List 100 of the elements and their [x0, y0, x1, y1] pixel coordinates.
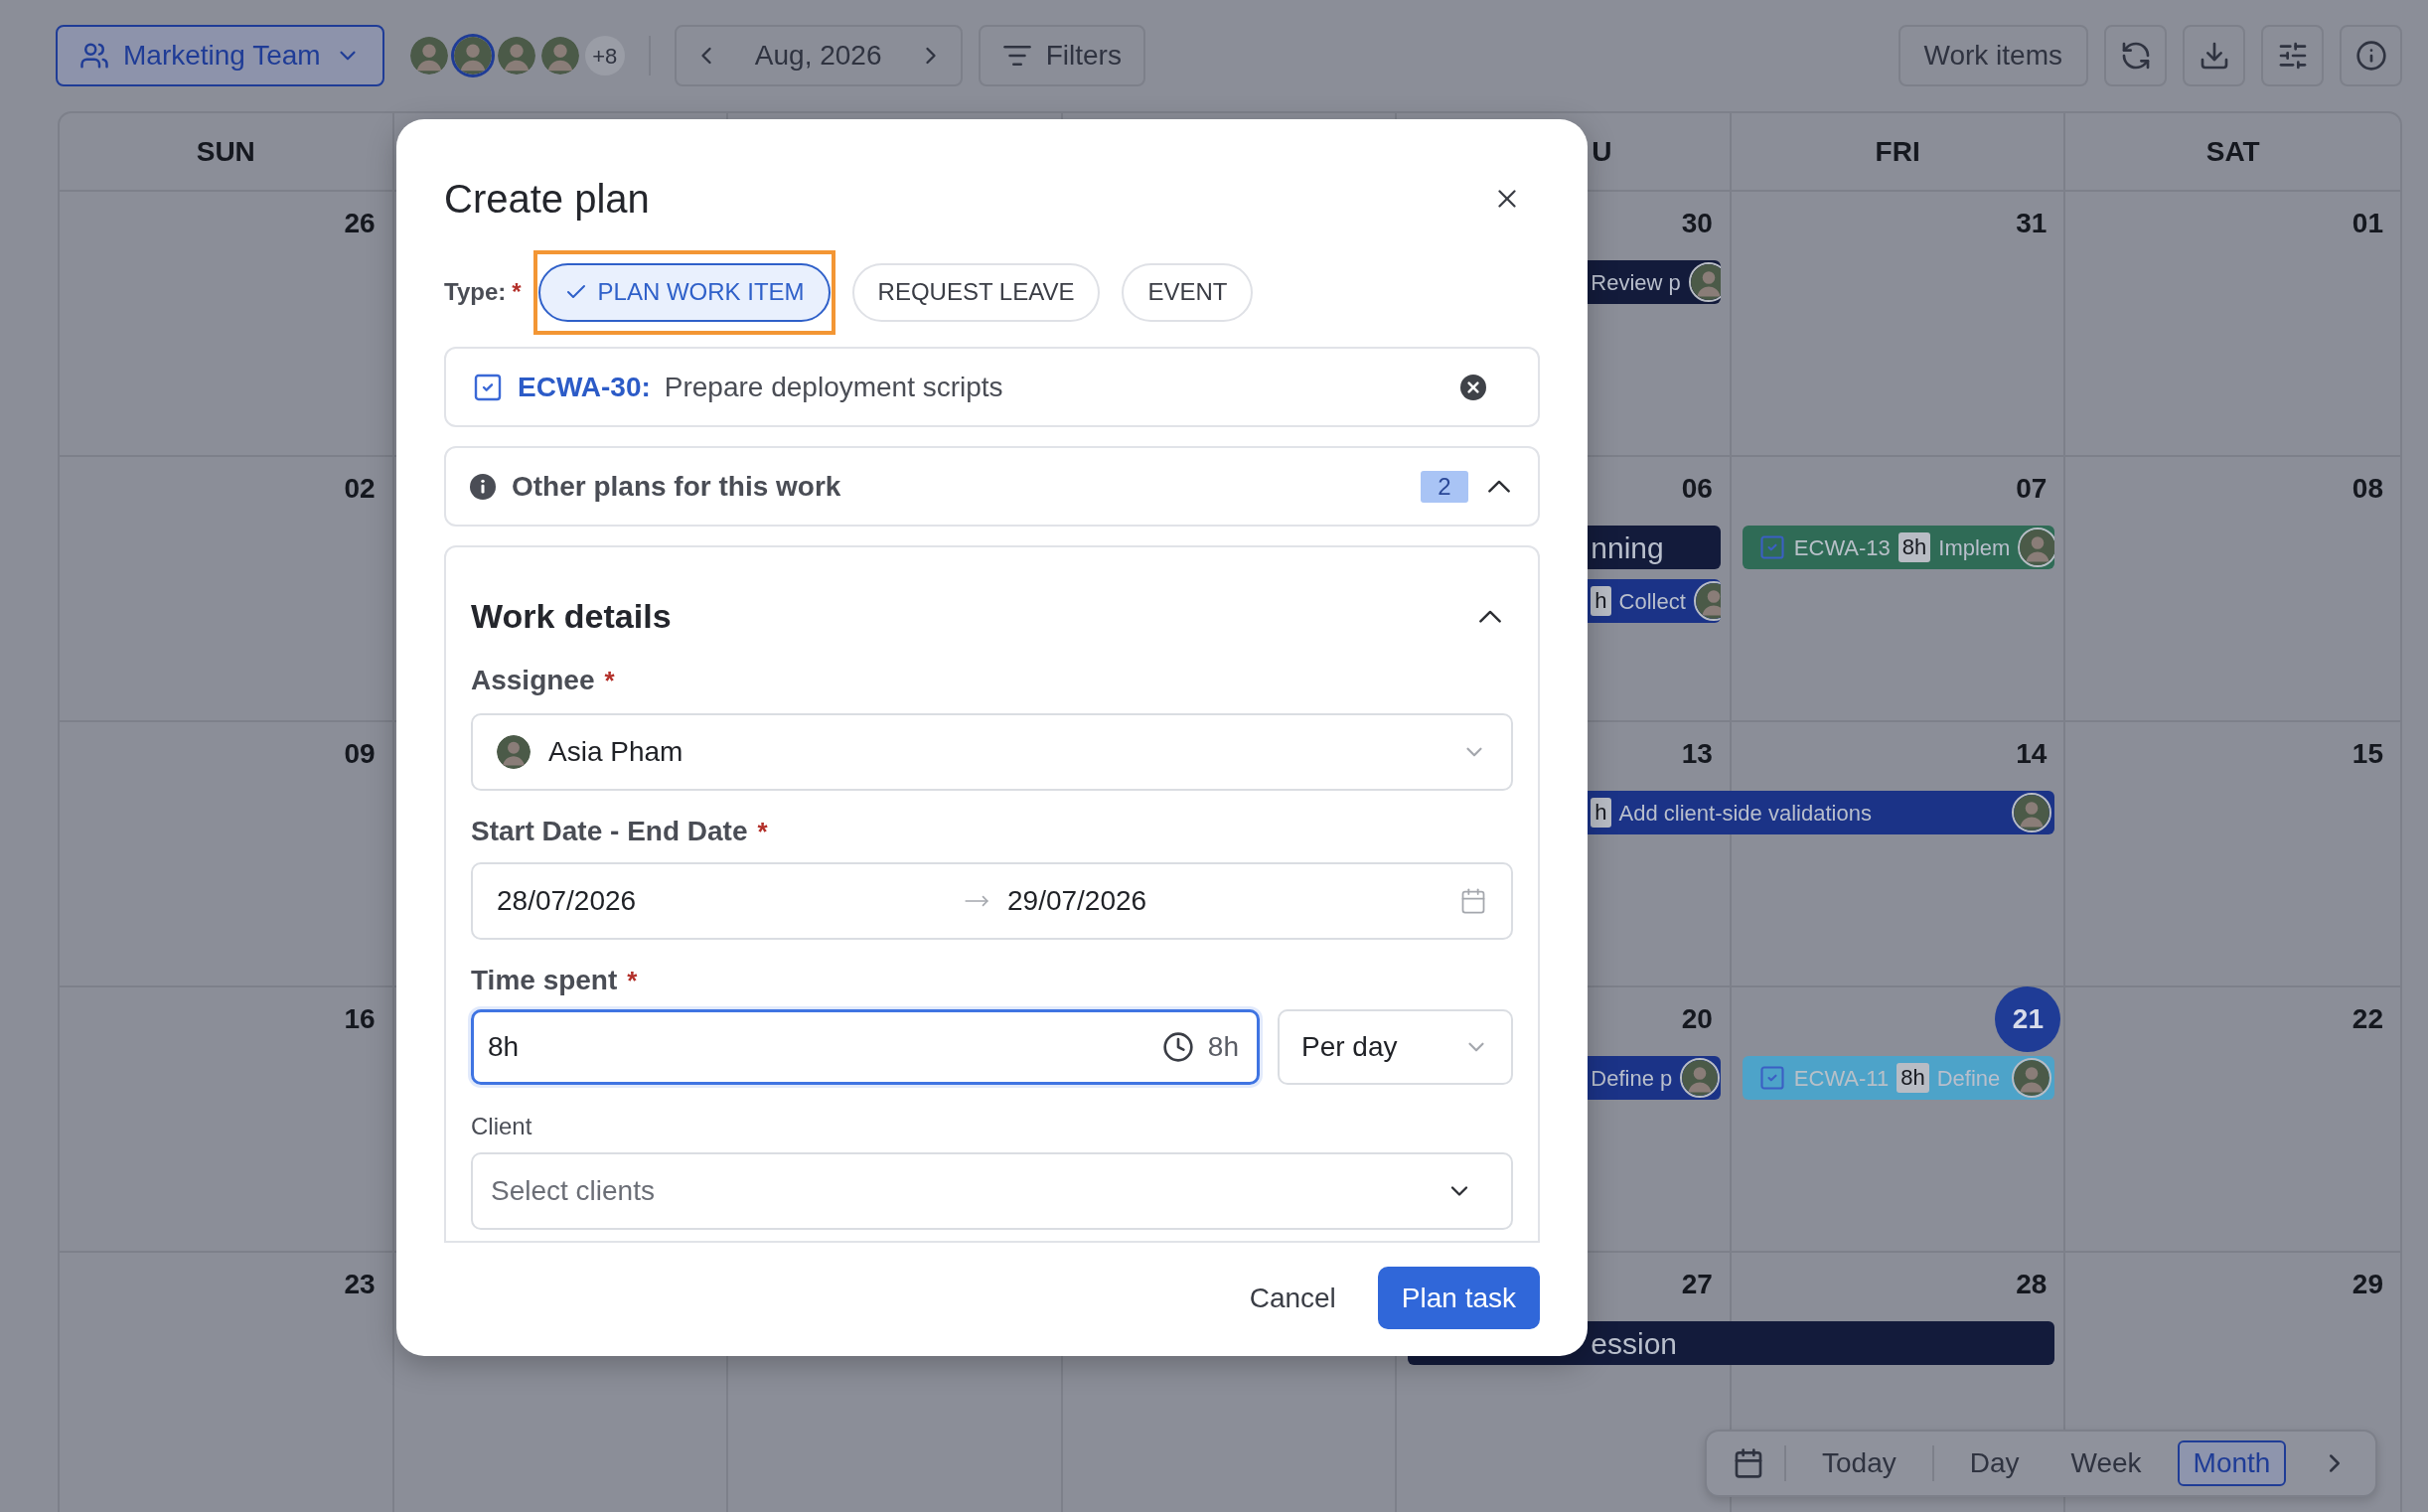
date-number: 01: [2352, 207, 2383, 240]
start-date: 28/07/2026: [497, 884, 638, 918]
settings-button[interactable]: [2261, 25, 2324, 86]
avatar: [1693, 581, 1721, 621]
date-number: 02: [344, 472, 376, 506]
type-label: Type:: [444, 277, 507, 307]
event-title: Add client-side validations: [1618, 799, 1872, 828]
unit-value: Per day: [1301, 1030, 1398, 1064]
date-number: 31: [2016, 207, 2048, 240]
work-item-key: ECWA-30:: [518, 366, 651, 408]
section-title: Work details: [471, 596, 672, 637]
client-placeholder: Select clients: [491, 1174, 655, 1208]
period-label: Aug, 2026: [754, 39, 882, 73]
avatar[interactable]: [453, 37, 492, 75]
required-mark: *: [604, 664, 615, 697]
weekday-header: U: [1592, 134, 1612, 169]
clock-icon: [1161, 1031, 1194, 1063]
date-number: 07: [2016, 472, 2048, 506]
more-avatars-count[interactable]: +8: [584, 36, 625, 76]
date-number: 20: [1681, 1002, 1713, 1036]
client-select[interactable]: Select clients: [471, 1152, 1513, 1230]
avatar[interactable]: [497, 37, 535, 75]
date-number: 13: [1681, 737, 1713, 771]
avatar[interactable]: [540, 37, 579, 75]
date-number: 08: [2352, 472, 2383, 506]
count-badge: 2: [1421, 470, 1468, 503]
hours-badge: h: [1591, 798, 1611, 828]
weekday-header: FRI: [1875, 134, 1920, 169]
hours-badge: h: [1591, 586, 1611, 616]
type-pill[interactable]: EVENT: [1122, 262, 1254, 322]
avatar: [497, 735, 531, 769]
event-title: Define: [1936, 1064, 2001, 1093]
end-date: 29/07/2026: [1007, 884, 1147, 918]
event-title: Review p: [1591, 268, 1681, 297]
filters-button[interactable]: Filters: [978, 25, 1145, 86]
weekday-header: SAT: [2205, 134, 2260, 169]
view-tab[interactable]: Day: [1953, 1440, 2036, 1486]
time-spent-value: 8h: [488, 1030, 520, 1064]
assignee-value: Asia Pham: [548, 735, 683, 769]
type-pill[interactable]: REQUEST LEAVE: [851, 262, 1101, 322]
date-number: 26: [344, 207, 376, 240]
date-number: 21: [1995, 986, 2061, 1052]
field-label: Start Date - End Date: [471, 815, 748, 848]
event-bar[interactable]: ECWA-11 8h Define: [1742, 1056, 2055, 1100]
dialog-title: Create plan: [444, 176, 650, 223]
info-icon: [470, 473, 496, 500]
avatar: [2018, 528, 2055, 567]
avatar[interactable]: [409, 37, 448, 75]
people-icon: [79, 41, 109, 71]
weekday-header: SUN: [196, 134, 255, 169]
required-mark: *: [757, 815, 768, 848]
field-label: Time spent: [471, 964, 618, 997]
avatar: [2012, 793, 2052, 832]
date-number: 16: [344, 1002, 376, 1036]
date-number: 14: [2016, 737, 2048, 771]
checkbox-icon: [1757, 533, 1786, 561]
time-spent-field[interactable]: 8h 8h: [471, 1009, 1260, 1085]
event-title: Define p: [1591, 1064, 1673, 1093]
download-button[interactable]: [2183, 25, 2245, 86]
time-hint: 8h: [1207, 1030, 1240, 1064]
event-key: ECWA-11: [1793, 1061, 1890, 1095]
refresh-button[interactable]: [2104, 25, 2167, 86]
calendar-icon: [1459, 887, 1487, 915]
hours-badge: 8h: [1897, 1063, 1929, 1093]
calendar-icon[interactable]: [1733, 1447, 1764, 1479]
date-number: 22: [2352, 1002, 2383, 1036]
checkbox-icon: [1757, 1064, 1786, 1092]
other-plans-header[interactable]: Other plans for this work 2: [444, 446, 1540, 527]
event-bar[interactable]: ECWA-13 8h Implem: [1742, 526, 2055, 569]
event-title: nning: [1591, 529, 1664, 566]
clear-icon[interactable]: [1460, 374, 1486, 400]
cancel-button[interactable]: Cancel: [1233, 1267, 1352, 1329]
chevron-up-icon[interactable]: [1479, 610, 1501, 623]
info-icon: [2354, 40, 2387, 72]
date-number: 09: [344, 737, 376, 771]
date-number: 29: [2352, 1268, 2383, 1301]
view-tab[interactable]: Today: [1806, 1440, 1912, 1486]
date-number: 28: [2016, 1268, 2048, 1301]
assignee-select[interactable]: Asia Pham: [471, 713, 1513, 791]
date-range-field[interactable]: 28/07/2026 29/07/2026: [471, 862, 1513, 940]
date-number: 15: [2352, 737, 2383, 771]
view-mode-button[interactable]: Work items: [1897, 25, 2088, 86]
info-button[interactable]: [2340, 25, 2402, 86]
required-mark: *: [627, 964, 638, 997]
required-mark: *: [512, 277, 522, 307]
avatar: [1688, 262, 1721, 302]
hours-badge: 8h: [1897, 532, 1931, 562]
unit-select[interactable]: Per day: [1278, 1009, 1513, 1085]
avatar: [1680, 1058, 1721, 1098]
date-number: 06: [1681, 472, 1713, 506]
view-tab[interactable]: Week: [2054, 1440, 2158, 1486]
avatar: [2012, 1058, 2052, 1098]
date-number: 23: [344, 1268, 376, 1301]
event-title: Implem: [1938, 533, 2011, 562]
field-label: Client: [471, 1112, 532, 1141]
event-title: ession: [1591, 1325, 1677, 1362]
event-title: Collect: [1618, 587, 1686, 616]
plan-task-button[interactable]: Plan task: [1377, 1267, 1540, 1329]
type-pill[interactable]: PLAN WORK ITEM: [537, 262, 831, 322]
field-label: Assignee: [471, 664, 595, 697]
